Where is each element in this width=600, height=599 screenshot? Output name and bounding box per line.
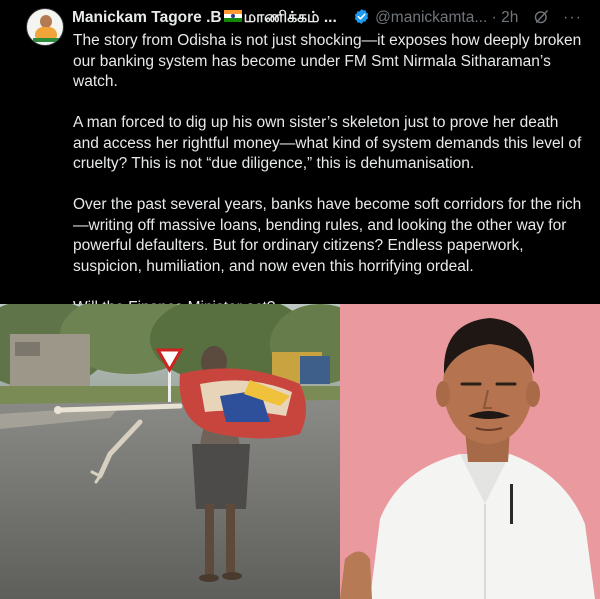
avatar[interactable] — [26, 8, 64, 46]
tweet-header: Manickam Tagore .B மாணிக்கம் ... @manicka… — [72, 7, 592, 29]
author-name: Manickam Tagore .B — [72, 9, 222, 26]
roadside-scene-illustration — [0, 304, 340, 599]
separator-dot: · — [491, 9, 497, 26]
portrait-illustration — [340, 304, 600, 599]
grok-icon[interactable] — [533, 8, 550, 25]
tweet: Manickam Tagore .B மாணிக்கம் ... @manicka… — [0, 0, 600, 316]
author-name-tamil: மாணிக்கம் ... — [243, 9, 337, 26]
avatar-band — [33, 38, 59, 42]
tweet-text: The story from Odisha is not just shocki… — [73, 31, 588, 339]
news-photo-odisha[interactable] — [0, 304, 340, 599]
verified-badge-icon — [354, 8, 369, 24]
tweet-paragraph: A man forced to dig up his own sister’s … — [73, 114, 582, 172]
tweet-paragraph: The story from Odisha is not just shocki… — [73, 32, 582, 90]
portrait-photo[interactable] — [340, 304, 600, 599]
avatar-body — [35, 27, 57, 38]
author-name-link[interactable]: Manickam Tagore .B மாணிக்கம் ... — [72, 7, 337, 29]
author-handle[interactable]: @manickamta... — [375, 9, 487, 26]
tweet-paragraph: Over the past several years, banks have … — [73, 196, 582, 275]
timestamp[interactable]: 2h — [501, 9, 518, 26]
indian-flag-icon — [223, 10, 242, 23]
more-options-icon[interactable]: ··· — [563, 7, 582, 29]
